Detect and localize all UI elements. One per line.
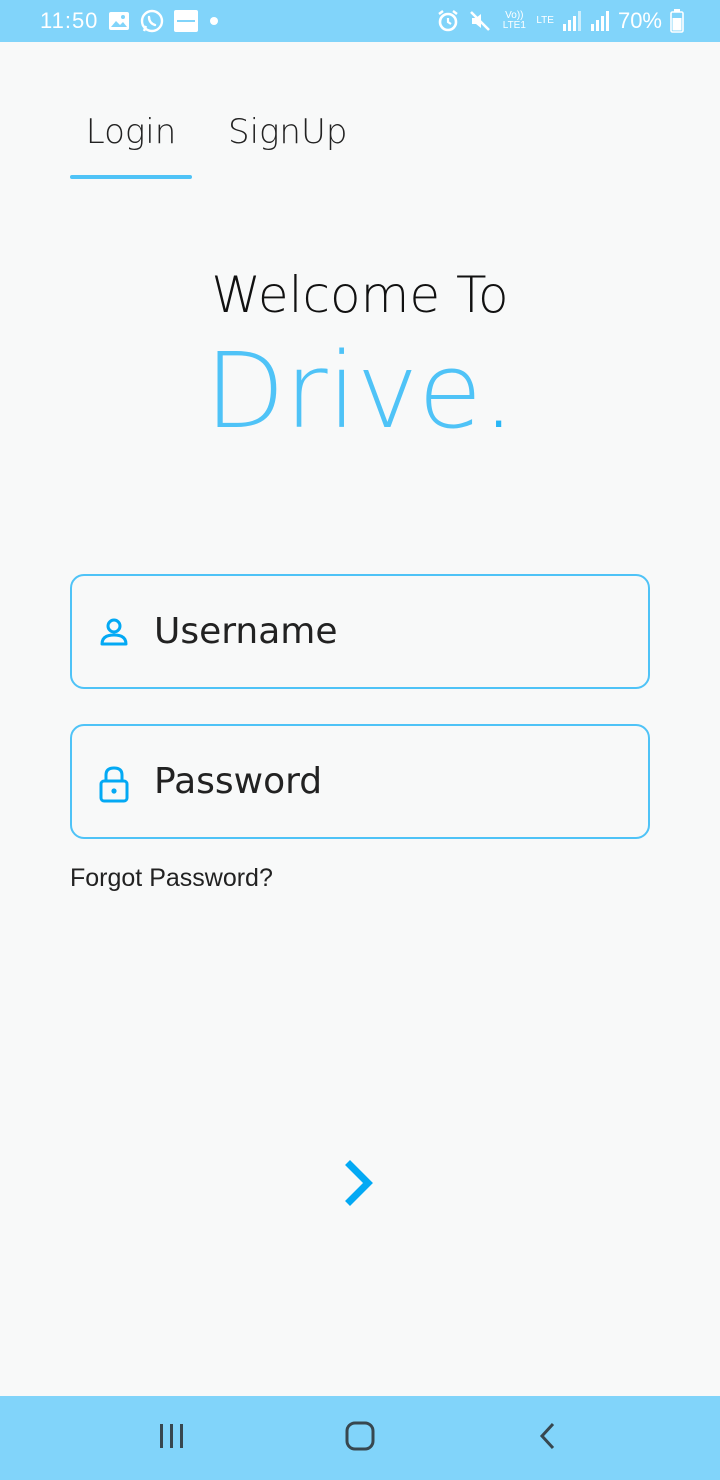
username-field[interactable]	[70, 574, 650, 689]
home-icon	[344, 1420, 376, 1456]
lte-indicator: LTE	[536, 15, 554, 26]
app-notification-icon	[174, 9, 199, 33]
tab-indicator	[70, 175, 192, 179]
brand-dot: .	[482, 330, 516, 452]
alarm-icon	[436, 9, 460, 33]
chevron-right-icon	[344, 1159, 376, 1211]
battery-icon	[670, 9, 684, 33]
signal-icon	[562, 10, 582, 32]
navigation-bar	[0, 1396, 720, 1480]
password-input[interactable]	[154, 726, 634, 837]
status-right: Vo)) LTE1 LTE 70%	[436, 0, 684, 42]
brand-title: Drive.	[0, 330, 720, 452]
tab-signup[interactable]: SignUp	[228, 100, 358, 180]
volte-indicator: Vo)) LTE1	[502, 10, 526, 31]
gallery-icon	[108, 11, 130, 31]
whatsapp-icon	[140, 9, 164, 33]
username-input[interactable]	[154, 576, 634, 687]
password-field[interactable]	[70, 724, 650, 839]
dot-icon	[208, 15, 220, 27]
welcome-title: Welcome To	[211, 266, 509, 324]
login-screen: 11:50 Vo)) LTE1 LTE 70% Login SignUp Wel…	[0, 0, 720, 1480]
status-left: 11:50	[40, 0, 220, 42]
battery-percent: 70%	[617, 8, 662, 33]
back-icon	[538, 1420, 558, 1456]
next-button[interactable]	[330, 1155, 390, 1215]
recents-button[interactable]	[148, 1414, 196, 1462]
status-time: 11:50	[40, 8, 99, 33]
forgot-password-link[interactable]: Forgot Password?	[70, 864, 273, 893]
lock-icon	[96, 764, 132, 803]
brand-name: Drive	[204, 330, 483, 452]
recents-icon	[157, 1422, 187, 1454]
status-bar: 11:50 Vo)) LTE1 LTE 70%	[0, 0, 720, 42]
person-icon	[96, 614, 132, 650]
signal-icon	[590, 10, 610, 32]
mute-icon	[468, 9, 492, 33]
tab-login[interactable]: Login	[70, 100, 192, 180]
back-button[interactable]	[524, 1414, 572, 1462]
home-button[interactable]	[336, 1414, 384, 1462]
